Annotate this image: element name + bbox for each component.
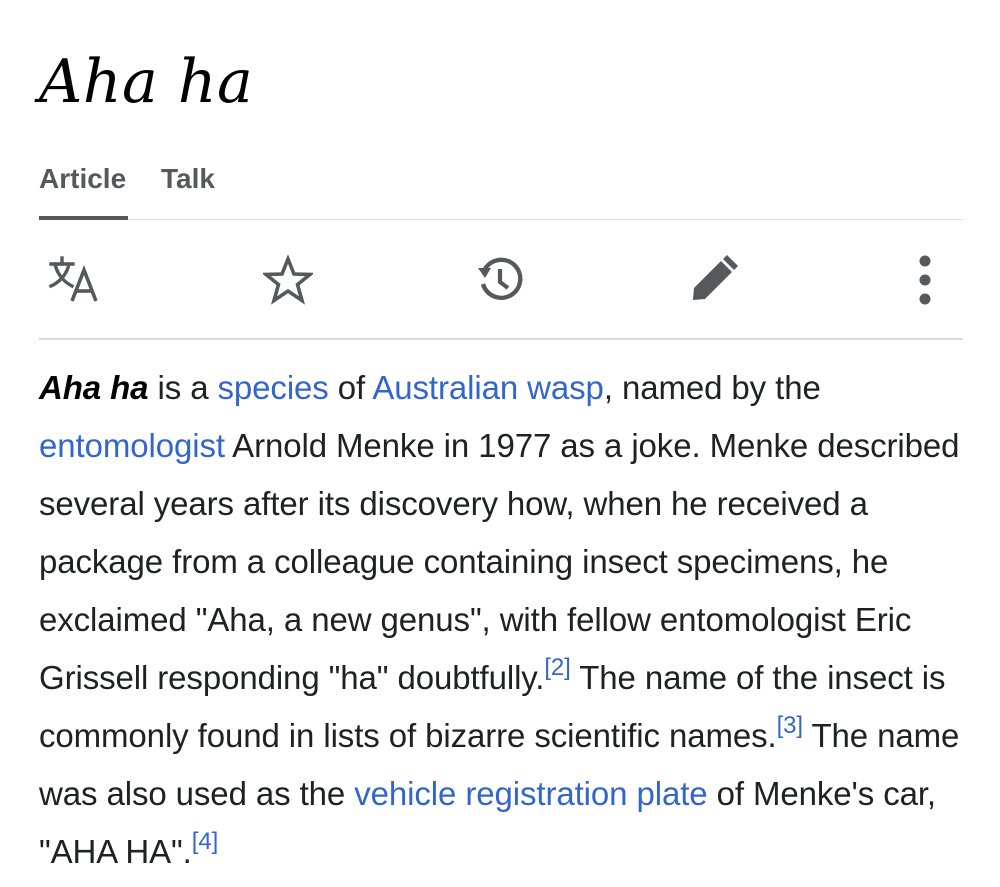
link-entomologist[interactable]: entomologist: [39, 427, 225, 464]
language-button[interactable]: [45, 248, 105, 312]
language-icon: [48, 256, 98, 302]
active-tab-indicator: [39, 216, 128, 220]
article-subject: Aha ha: [39, 369, 149, 406]
article-text: is a: [148, 369, 218, 406]
page-actions-toolbar: [39, 240, 963, 340]
star-icon: [263, 255, 313, 305]
article-text: , named by the: [603, 369, 821, 406]
article-text: Arnold Menke in 1977 as a joke. Menke de…: [39, 427, 960, 696]
reference-link-3[interactable]: [3]: [777, 712, 803, 739]
edit-button[interactable]: [683, 248, 743, 312]
more-vertical-icon: [919, 255, 931, 305]
pencil-icon: [693, 255, 738, 300]
link-species[interactable]: species: [218, 369, 329, 406]
reference-2: [2]: [544, 654, 570, 681]
link-vehicle-registration-plate[interactable]: vehicle registration plate: [354, 775, 707, 812]
link-australian-wasp[interactable]: Australian wasp: [372, 369, 604, 406]
page-tabs: Article Talk: [39, 160, 963, 220]
reference-link-4[interactable]: [4]: [192, 828, 218, 855]
reference-link-2[interactable]: [2]: [544, 654, 570, 681]
watch-button[interactable]: [258, 248, 318, 312]
article-lead-paragraph: Aha ha is a species of Australian wasp, …: [39, 359, 969, 881]
more-options-button[interactable]: [895, 248, 955, 312]
history-button[interactable]: [470, 248, 530, 312]
tab-article[interactable]: Article: [39, 165, 126, 193]
article-text: of: [328, 369, 373, 406]
history-icon: [478, 257, 523, 300]
tab-talk[interactable]: Talk: [161, 165, 215, 193]
page-title: Aha ha: [39, 47, 254, 117]
reference-3: [3]: [777, 712, 803, 739]
reference-4: [4]: [192, 828, 218, 855]
